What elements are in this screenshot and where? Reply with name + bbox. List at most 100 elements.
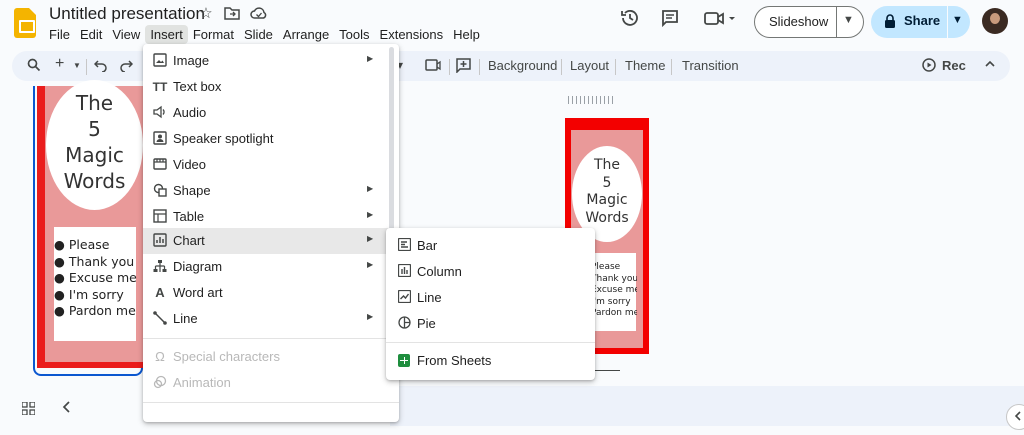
star-icon[interactable]: ☆ (198, 6, 214, 22)
menu-format[interactable]: Format (188, 25, 239, 44)
avatar[interactable] (982, 8, 1008, 34)
menu-tools[interactable]: Tools (334, 25, 374, 44)
menu-item-text-box[interactable]: TT Text box (143, 74, 399, 100)
share-options-chevron-icon[interactable]: ▼ (952, 14, 963, 26)
menu-item-label: Special characters (173, 349, 280, 364)
video-icon (152, 157, 168, 173)
version-history-icon[interactable] (619, 8, 641, 30)
list-item-text: Thank you (68, 253, 135, 269)
menu-item-animation: Animation (143, 370, 399, 396)
cloud-status-icon[interactable] (250, 6, 267, 22)
menu-item-image[interactable]: Image ▶ (143, 48, 399, 74)
share-button[interactable]: Share ▼ (871, 6, 970, 38)
list-item-text: I'm sorry (68, 286, 124, 302)
submenu-item-label: Column (417, 264, 462, 279)
menu-edit[interactable]: Edit (75, 25, 107, 44)
menu-slide[interactable]: Slide (239, 25, 278, 44)
toolbar-divider (86, 59, 87, 75)
background-button[interactable]: Background (488, 58, 557, 73)
document-title[interactable]: Untitled presentation (49, 4, 205, 24)
move-folder-icon[interactable] (224, 6, 240, 22)
menu-item-speaker-spotlight[interactable]: Speaker spotlight (143, 126, 399, 152)
insert-menu: Image ▶ TT Text box Audio Speaker spotli… (143, 44, 399, 422)
audio-icon (152, 105, 168, 121)
slide-title-line: The (593, 157, 621, 173)
collapse-filmstrip-chevron-icon[interactable] (62, 400, 72, 416)
menu-item-diagram[interactable]: Diagram ▶ (143, 254, 399, 280)
submenu-item-label: Line (417, 290, 442, 305)
submenu-item-pie[interactable]: Pie (386, 311, 595, 337)
menu-item-shape[interactable]: Shape ▶ (143, 178, 399, 204)
rec-icon[interactable] (922, 58, 936, 75)
submenu-arrow-icon: ▶ (367, 312, 374, 321)
comments-icon[interactable] (659, 8, 681, 30)
table-icon (152, 209, 168, 225)
submenu-item-line[interactable]: Line (386, 285, 595, 311)
menu-separator (143, 338, 399, 339)
list-item-text: Please (68, 237, 110, 252)
side-panel-chevron-icon[interactable] (1006, 404, 1024, 430)
list-item-text: Pardon me (68, 303, 136, 318)
new-slide-chevron-icon[interactable]: ▼ (73, 61, 81, 70)
menu-item-label: Text box (173, 79, 222, 94)
menu-item-chart[interactable]: Chart ▶ (143, 228, 399, 254)
redo-icon[interactable] (119, 58, 134, 75)
slideshow-options-chevron-icon[interactable]: ▼ (843, 14, 854, 26)
slideshow-button[interactable]: Slideshow ▼ (754, 6, 864, 38)
transition-button[interactable]: Transition (682, 58, 739, 73)
pie-chart-icon (396, 316, 412, 332)
menu-view[interactable]: View (107, 25, 145, 44)
thumbnail-title-line: 5 (88, 117, 101, 141)
title-actions: ☆ (198, 6, 267, 22)
menu-help[interactable]: Help (448, 25, 485, 44)
thumbnail-title-line: Magic (65, 143, 124, 167)
column-chart-icon (396, 263, 412, 280)
menu-item-table[interactable]: Table ▶ (143, 204, 399, 230)
submenu-arrow-icon: ▶ (367, 54, 374, 63)
speaker-notes-area[interactable] (390, 386, 1024, 426)
insert-image-icon[interactable] (425, 58, 441, 75)
meet-icon[interactable] (703, 8, 737, 30)
collapse-toolbar-chevron-icon[interactable] (984, 58, 996, 73)
submenu-item-label: Pie (417, 316, 436, 331)
list-item: Thank you (591, 273, 637, 284)
search-menus-icon[interactable] (27, 58, 41, 75)
slide-title[interactable]: The 5 Magic Words (572, 157, 642, 227)
menu-extensions[interactable]: Extensions (375, 25, 449, 44)
menu-item-video[interactable]: Video (143, 152, 399, 178)
sheets-icon (398, 354, 410, 367)
new-slide-icon[interactable]: + (55, 55, 64, 73)
line-chart-icon (396, 289, 412, 306)
speaker-spotlight-icon (152, 131, 168, 147)
lock-icon (885, 14, 895, 28)
text-box-icon: TT (152, 80, 168, 94)
menu-arrange[interactable]: Arrange (278, 25, 334, 44)
menu-item-line[interactable]: Line ▶ (143, 306, 399, 332)
submenu-item-bar[interactable]: Bar (386, 233, 595, 259)
theme-button[interactable]: Theme (625, 58, 665, 73)
list-item: ● Pardon me (54, 303, 136, 318)
slide-list[interactable]: Please Thank you Excuse me I'm sorry Par… (591, 262, 637, 320)
menu-item-word-art[interactable]: A Word art (143, 280, 399, 306)
menu-insert[interactable]: Insert (145, 25, 188, 44)
undo-icon[interactable] (93, 58, 108, 75)
thumbnail-list: ● Please ● Thank you ● Excuse me ● I'm s… (54, 237, 137, 320)
list-item: I'm sorry (591, 296, 631, 307)
diagram-icon (152, 259, 168, 275)
add-comment-icon[interactable] (456, 58, 471, 76)
slides-logo-icon[interactable] (14, 8, 36, 38)
toolbar-divider (449, 59, 450, 75)
submenu-item-from-sheets[interactable]: From Sheets (386, 348, 595, 374)
layout-button[interactable]: Layout (570, 58, 609, 73)
app-header: Untitled presentation ☆ File Edit View I… (0, 0, 1024, 46)
toolbar-divider (671, 59, 672, 75)
grid-view-icon[interactable] (22, 402, 35, 415)
menu-separator (386, 342, 595, 343)
chart-submenu: Bar Column Line Pie From Sheets (386, 228, 595, 380)
menu-file[interactable]: File (44, 25, 75, 44)
chart-icon (152, 233, 168, 249)
list-item: ● Thank you (54, 253, 135, 269)
rec-button[interactable]: Rec (942, 58, 966, 73)
submenu-item-column[interactable]: Column (386, 259, 595, 285)
menu-item-audio[interactable]: Audio (143, 100, 399, 126)
